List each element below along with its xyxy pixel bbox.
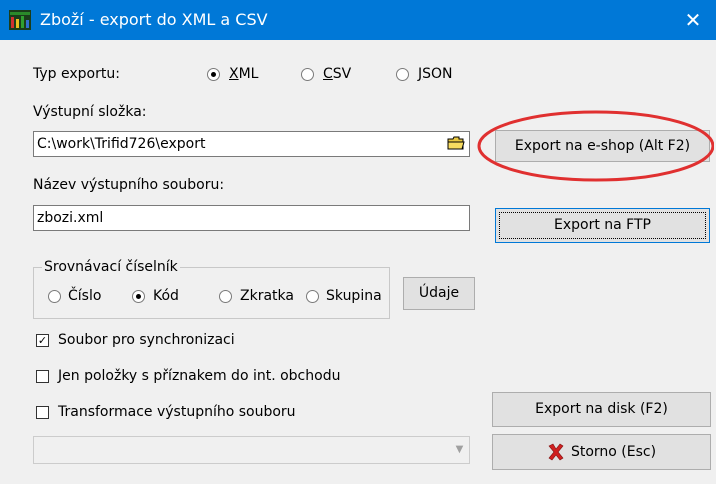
udaje-button[interactable]: Údaje [403,277,475,310]
radio-json-label[interactable]: JSON [418,65,453,83]
radio-csv[interactable] [301,68,314,81]
radio-xml[interactable] [207,68,220,81]
cancel-x-icon [548,443,564,461]
radio-csv-label[interactable]: CSV [323,65,351,83]
nazev-souboru-value: zbozi.xml [37,210,104,226]
radio-xml-label[interactable]: XML [229,65,258,83]
transformace-select[interactable] [33,436,470,464]
checkbox-transformace[interactable] [36,406,49,419]
srovnavaci-legend: Srovnávací číselník [42,258,180,276]
export-disk-label: Export na disk (F2) [535,401,668,417]
radio-cislo[interactable] [48,290,61,303]
vystupni-slozka-value: C:\work\Trifid726\export [37,136,206,152]
storno-label: Storno (Esc) [570,444,657,460]
radio-json[interactable] [396,68,409,81]
udaje-label: Údaje [418,285,460,301]
checkbox-transformace-label[interactable]: Transformace výstupního souboru [58,403,296,421]
checkbox-jen-polozky[interactable] [36,370,49,383]
folder-icon[interactable] [447,136,465,150]
radio-cislo-label[interactable]: Číslo [68,287,101,305]
vystupni-slozka-label: Výstupní složka: [33,104,147,120]
typ-exportu-label: Typ exportu: [33,66,120,82]
chevron-down-icon[interactable]: ▼ [450,437,469,463]
title-bar: Zboží - export do XML a CSV ✕ [0,0,716,40]
nazev-souboru-input[interactable]: zbozi.xml [33,205,470,231]
radio-zkratka[interactable] [219,290,232,303]
checkbox-jen-polozky-label[interactable]: Jen položky s příznakem do int. obchodu [58,367,340,385]
radio-skupina-label[interactable]: Skupina [326,287,382,305]
checkbox-synchronizace[interactable]: ✓ [36,334,49,347]
window-title: Zboží - export do XML a CSV [40,10,268,29]
radio-kod-label[interactable]: Kód [153,287,179,305]
radio-kod[interactable] [132,290,145,303]
storno-button[interactable]: Storno (Esc) [492,434,711,470]
export-ftp-button[interactable]: Export na FTP [495,208,710,243]
focus-rect [499,212,706,239]
nazev-souboru-label: Název výstupního souboru: [33,177,225,193]
vystupni-slozka-input[interactable]: C:\work\Trifid726\export [33,131,470,157]
radio-skupina[interactable] [306,290,319,303]
export-dialog: Zboží - export do XML a CSV ✕ Typ export… [0,0,716,484]
app-icon [9,10,31,30]
highlight-annotation [477,110,714,182]
radio-zkratka-label[interactable]: Zkratka [240,287,294,305]
close-icon[interactable]: ✕ [670,0,716,40]
checkbox-synchronizace-label[interactable]: Soubor pro synchronizaci [58,331,235,349]
export-disk-button[interactable]: Export na disk (F2) [492,392,711,427]
